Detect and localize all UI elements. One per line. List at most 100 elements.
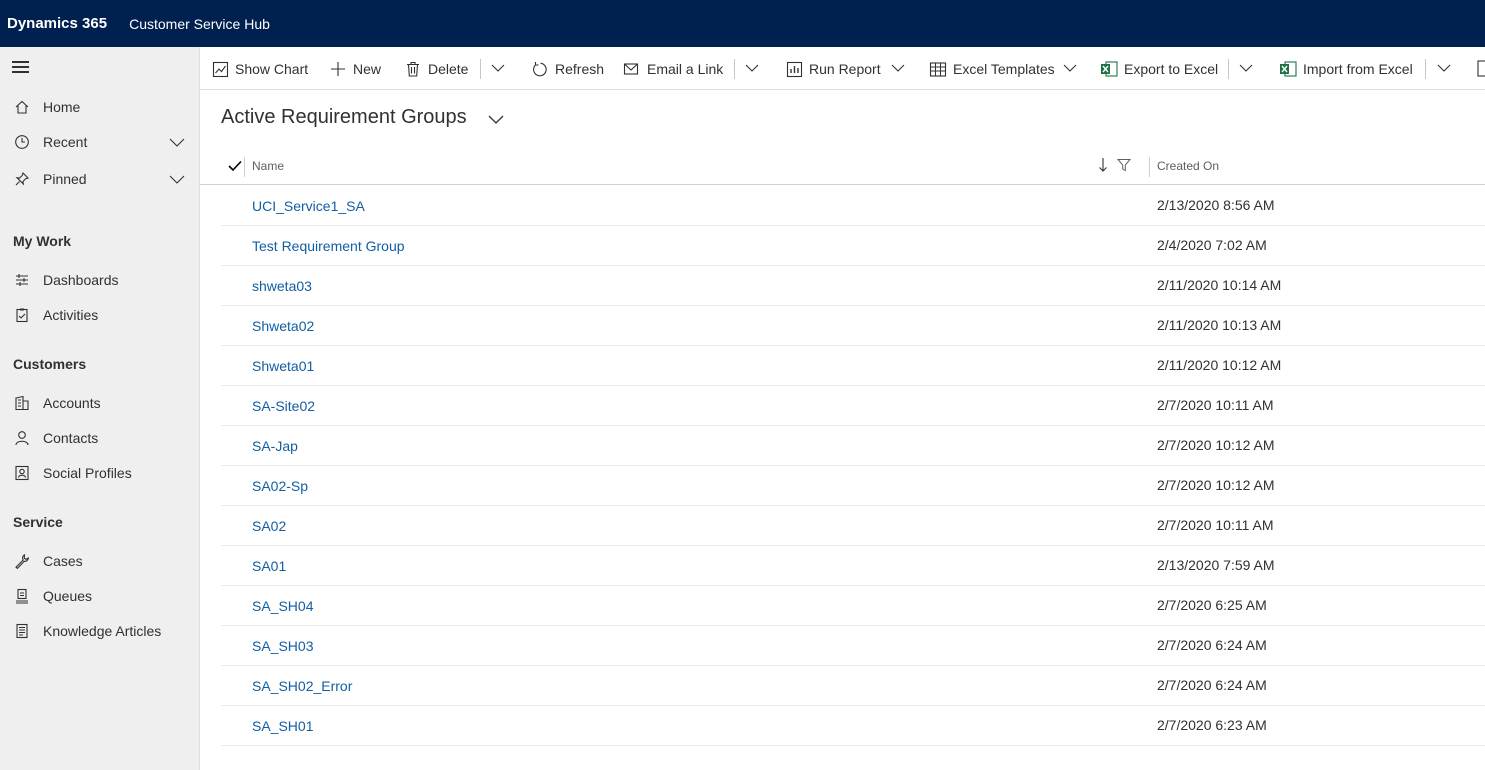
sidebar-item-home[interactable]: Home bbox=[0, 91, 200, 123]
email-link-button[interactable]: Email a Link bbox=[623, 57, 723, 81]
chevron-down-icon[interactable] bbox=[1061, 59, 1079, 77]
chevron-down-icon[interactable] bbox=[168, 170, 186, 188]
sidebar-item-cases[interactable]: Cases bbox=[0, 545, 200, 577]
sidebar-item-social-profiles[interactable]: Social Profiles bbox=[0, 457, 200, 489]
table-row[interactable]: Shweta02 2/11/2020 10:13 AM bbox=[221, 306, 1485, 346]
sidebar-item-dashboards[interactable]: Dashboards bbox=[0, 264, 200, 296]
table-row[interactable]: SA_SH01 2/7/2020 6:23 AM bbox=[221, 706, 1485, 746]
created-on-cell: 2/13/2020 7:59 AM bbox=[1157, 557, 1275, 573]
queue-icon bbox=[13, 587, 31, 605]
grid-header: Name Created On bbox=[200, 150, 1485, 185]
record-name-link[interactable]: SA-Jap bbox=[252, 438, 298, 454]
record-name-link[interactable]: SA_SH03 bbox=[252, 638, 313, 654]
table-row[interactable]: SA02-Sp 2/7/2020 10:12 AM bbox=[221, 466, 1485, 506]
hamburger-icon[interactable] bbox=[12, 61, 30, 75]
chevron-down-icon[interactable] bbox=[489, 59, 507, 77]
excel-templates-label: Excel Templates bbox=[953, 61, 1055, 77]
table-row[interactable]: UCI_Service1_SA 2/13/2020 8:56 AM bbox=[221, 186, 1485, 226]
sidebar-item-pinned[interactable]: Pinned bbox=[0, 163, 200, 195]
sidebar-item-recent[interactable]: Recent bbox=[0, 126, 200, 158]
import-excel-button[interactable]: Import from Excel bbox=[1279, 57, 1413, 81]
trash-icon bbox=[404, 60, 422, 78]
sidebar-item-label: Home bbox=[43, 99, 81, 115]
building-icon bbox=[13, 394, 31, 412]
sidebar-item-label: Accounts bbox=[43, 395, 101, 411]
group-title-my-work: My Work bbox=[13, 233, 72, 249]
refresh-button[interactable]: Refresh bbox=[531, 57, 604, 81]
table-row[interactable]: SA_SH04 2/7/2020 6:25 AM bbox=[221, 586, 1485, 626]
sidebar-item-label: Knowledge Articles bbox=[43, 623, 162, 639]
delete-label: Delete bbox=[428, 61, 469, 77]
table-row[interactable]: SA01 2/13/2020 7:59 AM bbox=[221, 546, 1485, 586]
clock-icon bbox=[13, 133, 31, 151]
excel-export-icon bbox=[1100, 60, 1118, 78]
sidebar-item-accounts[interactable]: Accounts bbox=[0, 387, 200, 419]
chevron-down-icon[interactable] bbox=[168, 133, 186, 151]
chevron-down-icon[interactable] bbox=[889, 59, 907, 77]
created-on-cell: 2/7/2020 6:23 AM bbox=[1157, 717, 1267, 733]
table-row[interactable]: SA_SH03 2/7/2020 6:24 AM bbox=[221, 626, 1485, 666]
record-name-link[interactable]: SA_SH02_Error bbox=[252, 678, 352, 694]
table-row[interactable]: SA-Jap 2/7/2020 10:12 AM bbox=[221, 426, 1485, 466]
view-selector-chevron-icon[interactable] bbox=[486, 110, 506, 128]
column-separator bbox=[1149, 157, 1150, 177]
separator bbox=[734, 59, 735, 79]
record-name-link[interactable]: SA-Site02 bbox=[252, 398, 315, 414]
export-excel-button[interactable]: Export to Excel bbox=[1100, 57, 1218, 81]
sort-descending-icon[interactable] bbox=[1097, 157, 1109, 173]
sidebar-item-activities[interactable]: Activities bbox=[0, 299, 200, 331]
column-header-name[interactable]: Name bbox=[252, 159, 284, 173]
column-header-created-on[interactable]: Created On bbox=[1157, 159, 1219, 173]
chart-icon bbox=[211, 60, 229, 78]
record-name-link[interactable]: Test Requirement Group bbox=[252, 238, 405, 254]
record-name-link[interactable]: UCI_Service1_SA bbox=[252, 198, 365, 214]
table-row[interactable]: SA_SH02_Error 2/7/2020 6:24 AM bbox=[221, 666, 1485, 706]
record-name-link[interactable]: SA02 bbox=[252, 518, 286, 534]
record-name-link[interactable]: SA_SH04 bbox=[252, 598, 313, 614]
dashboard-icon bbox=[13, 271, 31, 289]
top-nav-bar: Dynamics 365 Customer Service Hub bbox=[0, 0, 1485, 47]
created-on-cell: 2/4/2020 7:02 AM bbox=[1157, 237, 1267, 253]
record-name-link[interactable]: SA_SH01 bbox=[252, 718, 313, 734]
separator bbox=[1425, 59, 1426, 79]
select-all-checkmark-icon[interactable] bbox=[227, 158, 243, 174]
sidebar-item-queues[interactable]: Queues bbox=[0, 580, 200, 612]
clipboard-icon bbox=[13, 306, 31, 324]
delete-button[interactable]: Delete bbox=[404, 57, 468, 81]
table-row[interactable]: SA02 2/7/2020 10:11 AM bbox=[221, 506, 1485, 546]
view-title[interactable]: Active Requirement Groups bbox=[221, 106, 467, 129]
export-excel-label: Export to Excel bbox=[1124, 61, 1219, 77]
filter-icon[interactable] bbox=[1117, 158, 1131, 172]
record-name-link[interactable]: SA02-Sp bbox=[252, 478, 308, 494]
record-name-link[interactable]: Shweta02 bbox=[252, 318, 314, 334]
record-name-link[interactable]: shweta03 bbox=[252, 278, 312, 294]
table-row[interactable]: Test Requirement Group 2/4/2020 7:02 AM bbox=[221, 226, 1485, 266]
table-row[interactable]: SA-Site02 2/7/2020 10:11 AM bbox=[221, 386, 1485, 426]
chevron-down-icon[interactable] bbox=[743, 59, 761, 77]
sidebar-item-contacts[interactable]: Contacts bbox=[0, 422, 200, 454]
chevron-down-icon[interactable] bbox=[1435, 59, 1453, 77]
person-icon bbox=[13, 429, 31, 447]
wrench-icon bbox=[13, 552, 31, 570]
separator bbox=[480, 59, 481, 79]
sidebar-item-label: Recent bbox=[43, 134, 88, 150]
record-name-link[interactable]: Shweta01 bbox=[252, 358, 314, 374]
refresh-label: Refresh bbox=[555, 61, 605, 77]
social-profile-icon bbox=[13, 464, 31, 482]
table-row[interactable]: shweta03 2/11/2020 10:14 AM bbox=[221, 266, 1485, 306]
excel-templates-button[interactable]: Excel Templates bbox=[929, 57, 1055, 81]
run-report-button[interactable]: Run Report bbox=[785, 57, 881, 81]
new-button[interactable]: New bbox=[329, 57, 381, 81]
app-name[interactable]: Customer Service Hub bbox=[129, 16, 270, 32]
show-chart-button[interactable]: Show Chart bbox=[211, 57, 308, 81]
brand-title[interactable]: Dynamics 365 bbox=[7, 15, 107, 32]
show-chart-label: Show Chart bbox=[235, 61, 309, 77]
table-row[interactable]: Shweta01 2/11/2020 10:12 AM bbox=[221, 346, 1485, 386]
created-on-cell: 2/7/2020 6:24 AM bbox=[1157, 677, 1267, 693]
chevron-down-icon[interactable] bbox=[1237, 59, 1255, 77]
overflow-icon[interactable] bbox=[1477, 60, 1485, 78]
sidebar-item-knowledge-articles[interactable]: Knowledge Articles bbox=[0, 615, 200, 647]
email-link-label: Email a Link bbox=[647, 61, 724, 77]
run-report-label: Run Report bbox=[809, 61, 881, 77]
record-name-link[interactable]: SA01 bbox=[252, 558, 286, 574]
